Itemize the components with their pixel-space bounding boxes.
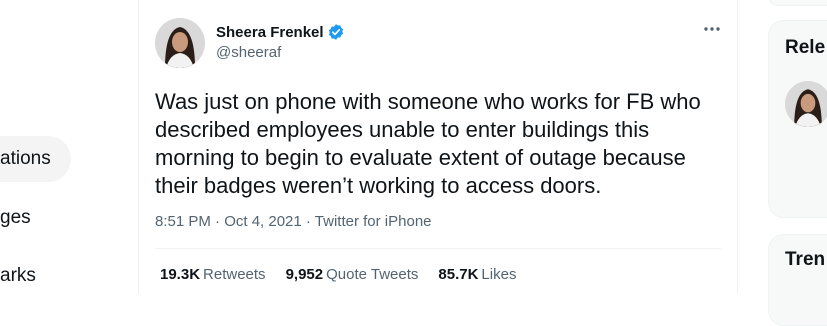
- author-name[interactable]: Sheera Frenkel: [216, 23, 345, 41]
- likes-stat[interactable]: 85.7K Likes: [438, 266, 516, 283]
- relevant-person-avatar[interactable]: [785, 81, 827, 127]
- quote-tweets-label: Quote Tweets: [326, 266, 419, 283]
- nav-item-messages[interactable]: ges: [0, 195, 51, 241]
- search-card-edge: [768, 0, 827, 6]
- retweets-label: Retweets: [203, 266, 266, 283]
- relevant-people-title: Rele: [785, 37, 826, 58]
- more-options-button[interactable]: [701, 22, 723, 40]
- nav-item-notifications[interactable]: ations: [0, 136, 71, 182]
- divider: [155, 248, 721, 249]
- tweet-text: Was just on phone with someone who works…: [155, 89, 701, 198]
- nav-item-bookmarks[interactable]: arks: [0, 253, 56, 294]
- likes-count: 85.7K: [438, 266, 479, 283]
- nav-item-label: ations: [0, 148, 51, 169]
- nav-item-label: ges: [0, 207, 31, 228]
- tweet-detail-column: Sheera Frenkel @sheeraf Was just on phon…: [138, 0, 738, 294]
- tweet-stats: 19.3K Retweets 9,952 Quote Tweets 85.7K Lik…: [160, 266, 516, 283]
- quote-tweets-count: 9,952: [285, 266, 324, 283]
- relevant-people-card: Rele: [768, 20, 827, 218]
- left-navigation: ations ges arks: [0, 0, 138, 294]
- author-handle[interactable]: @sheeraf: [216, 44, 281, 61]
- retweets-count: 19.3K: [160, 266, 201, 283]
- avatar-photo: [785, 81, 827, 127]
- tweet-timestamp[interactable]: 8:51 PM · Oct 4, 2021 · Twitter for iPho…: [155, 213, 432, 230]
- more-horizontal-icon: [704, 27, 720, 31]
- verified-badge-icon: [328, 24, 343, 40]
- avatar-photo: [155, 18, 205, 68]
- likes-label: Likes: [481, 266, 517, 283]
- trends-card: Tren: [768, 234, 827, 326]
- trends-title: Tren: [785, 249, 826, 270]
- author-avatar[interactable]: [155, 18, 205, 68]
- author-name-text: Sheera Frenkel: [216, 23, 324, 41]
- nav-item-label: arks: [0, 265, 36, 286]
- retweets-stat[interactable]: 19.3K Retweets: [160, 266, 266, 283]
- quote-tweets-stat[interactable]: 9,952 Quote Tweets: [286, 266, 419, 283]
